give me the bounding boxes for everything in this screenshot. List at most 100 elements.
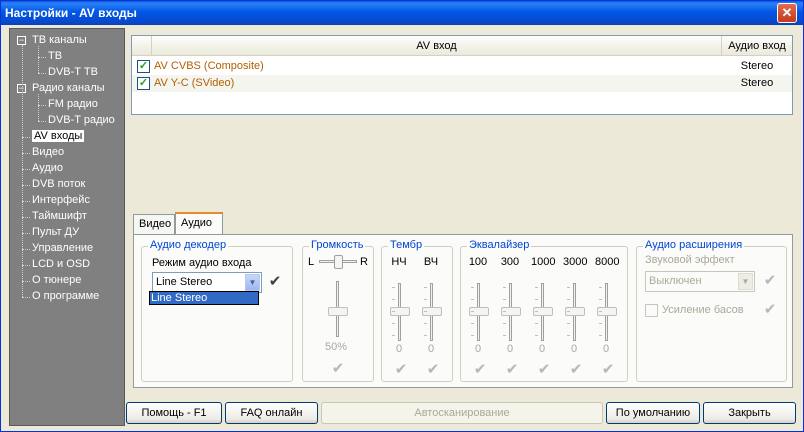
tree-item[interactable]: LCD и OSD xyxy=(32,257,90,272)
volume-group: Громкость L R 50% ✔ xyxy=(302,239,374,382)
sound-effect-value: Выключен xyxy=(649,275,702,287)
tree-connector xyxy=(22,233,30,234)
header-check-column xyxy=(132,36,152,56)
tree-item-label: AV входы xyxy=(32,130,85,142)
tree-item[interactable]: О тюнере xyxy=(32,273,81,288)
tree-item-label: Управление xyxy=(32,242,94,254)
slider-tick xyxy=(599,311,602,312)
eq-band-value: 0 xyxy=(603,343,610,355)
faq-online-button[interactable]: FAQ онлайн xyxy=(225,402,318,424)
apply-checkmark-icon[interactable]: ✔ xyxy=(471,361,489,379)
apply-checkmark-icon[interactable]: ✔ xyxy=(535,361,553,379)
tree-connector xyxy=(22,137,30,138)
tree-connector xyxy=(22,217,30,218)
tree-item[interactable]: AV входы xyxy=(32,129,85,144)
bass-boost-checkbox[interactable] xyxy=(645,304,658,317)
dropdown-option[interactable]: Line Stereo xyxy=(150,292,258,304)
slider-tick xyxy=(503,323,506,324)
apply-checkmark-icon[interactable]: ✔ xyxy=(567,361,585,379)
audio-input-mode-dropdown: Line Stereo xyxy=(149,291,259,305)
tone-band-label: НЧ xyxy=(391,256,407,268)
audio-input-mode-select[interactable]: Line Stereo ▼ xyxy=(152,272,262,293)
eq-band-value: 0 xyxy=(475,343,482,355)
slider-tick xyxy=(599,287,602,288)
tone-band-label: ВЧ xyxy=(423,256,439,268)
list-row[interactable]: ✓ AV Y-C (SVideo) Stereo xyxy=(132,75,792,92)
help-button[interactable]: Помощь - F1 xyxy=(126,402,222,424)
list-row[interactable]: ✓ AV CVBS (Composite) Stereo xyxy=(132,58,792,75)
balance-left-label: L xyxy=(308,256,315,268)
audio-extensions-title: Аудио расширения xyxy=(643,239,745,251)
slider-tick xyxy=(503,299,506,300)
slider-tick xyxy=(424,323,427,324)
tree-connector xyxy=(22,281,30,282)
balance-right-label: R xyxy=(360,256,368,268)
close-button[interactable]: Закрыть xyxy=(703,402,796,424)
tree-item-label: Пульт ДУ xyxy=(32,226,80,238)
audio-extensions-group: Аудио расширения Звуковой эффект Выключе… xyxy=(636,239,787,382)
sound-effect-select[interactable]: Выключен ▼ xyxy=(645,271,755,292)
eq-band-value: 0 xyxy=(507,343,514,355)
audio-input-mode-label: Режим аудио входа xyxy=(152,257,252,269)
row-audio-input: Stereo xyxy=(740,77,774,89)
autoscan-button[interactable]: Автосканирование xyxy=(321,402,603,424)
eq-band-label: 100 xyxy=(468,256,488,268)
row-checkbox[interactable]: ✓ xyxy=(137,77,150,90)
row-checkbox[interactable]: ✓ xyxy=(137,60,150,73)
tree-item[interactable]: Пульт ДУ xyxy=(32,225,79,240)
tree-item[interactable]: Аудио xyxy=(32,161,63,176)
column-header-av-input[interactable]: AV вход xyxy=(152,36,722,56)
tree-item[interactable]: Радио каналы xyxy=(32,81,105,96)
apply-checkmark-icon[interactable]: ✔ xyxy=(599,361,617,379)
equalizer-group: Эквалайзер 100 0 ✔ 300 0 ✔ 1000 0 ✔ 3000 0 ✔ 8000 0 ✔ xyxy=(460,239,628,382)
tree-item[interactable]: Видео xyxy=(32,145,64,160)
slider-tick xyxy=(503,287,506,288)
apply-checkmark-icon[interactable]: ✔ xyxy=(266,273,284,291)
tone-group: Тембр НЧ 0 ✔ ВЧ 0 ✔ xyxy=(381,239,453,382)
balance-slider-thumb[interactable] xyxy=(334,255,343,269)
tree-connector xyxy=(38,73,46,74)
tree-item[interactable]: DVB-T ТВ xyxy=(48,65,98,80)
tree-item[interactable]: Управление xyxy=(32,241,93,256)
tree-connector xyxy=(22,201,30,202)
tree-connector xyxy=(38,46,39,73)
restore-defaults-button[interactable]: По умолчанию xyxy=(606,402,700,424)
tree-item[interactable]: ТВ каналы xyxy=(32,33,87,48)
eq-band-value: 0 xyxy=(571,343,578,355)
tree-item-label: Интерфейс xyxy=(32,194,90,206)
tree-item[interactable]: FM радио xyxy=(48,97,98,112)
chevron-down-icon[interactable]: ▼ xyxy=(738,273,753,290)
volume-slider-thumb[interactable] xyxy=(328,307,348,316)
apply-checkmark-icon[interactable]: ✔ xyxy=(329,360,347,378)
tree-collapse-icon[interactable]: − xyxy=(17,36,26,45)
audio-decoder-title: Аудио декодер xyxy=(148,239,229,251)
window-client: ТВ каналы − ТВ DVB-T ТВ Радио каналы − FM ради… xyxy=(3,25,801,430)
row-input-name: AV Y-C (SVideo) xyxy=(154,77,235,89)
tab-video[interactable]: Видео xyxy=(133,214,175,234)
apply-checkmark-icon[interactable]: ✔ xyxy=(761,301,779,319)
apply-checkmark-icon[interactable]: ✔ xyxy=(424,361,442,379)
tree-item[interactable]: Интерфейс xyxy=(32,193,90,208)
slider-tick xyxy=(535,335,538,336)
tree-item[interactable]: Таймшифт xyxy=(32,209,87,224)
apply-checkmark-icon[interactable]: ✔ xyxy=(503,361,521,379)
tree-connector xyxy=(22,297,30,298)
apply-checkmark-icon[interactable]: ✔ xyxy=(761,272,779,290)
tree-item[interactable]: DVB-T радио xyxy=(48,113,115,128)
chevron-down-icon[interactable]: ▼ xyxy=(245,274,260,291)
title-bar[interactable]: Настройки - AV входы ✕ xyxy=(1,1,803,25)
tree-item[interactable]: DVB поток xyxy=(32,177,85,192)
tree-item-label: ТВ каналы xyxy=(32,34,87,46)
tree-item[interactable]: ТВ xyxy=(48,49,62,64)
bass-boost-label: Усиление басов xyxy=(662,304,744,316)
tab-audio[interactable]: Аудио xyxy=(175,212,223,234)
list-header: AV вход Аудио вход xyxy=(132,36,792,56)
slider-tick xyxy=(471,323,474,324)
slider-tick xyxy=(471,287,474,288)
apply-checkmark-icon[interactable]: ✔ xyxy=(392,361,410,379)
tree-item[interactable]: О программе xyxy=(32,289,99,304)
close-window-button[interactable]: ✕ xyxy=(777,3,797,23)
column-header-audio-input[interactable]: Аудио вход xyxy=(722,36,792,56)
tree-item-label: Радио каналы xyxy=(32,82,105,94)
audio-decoder-group: Аудио декодер Режим аудио входа Line Ste… xyxy=(141,239,293,382)
